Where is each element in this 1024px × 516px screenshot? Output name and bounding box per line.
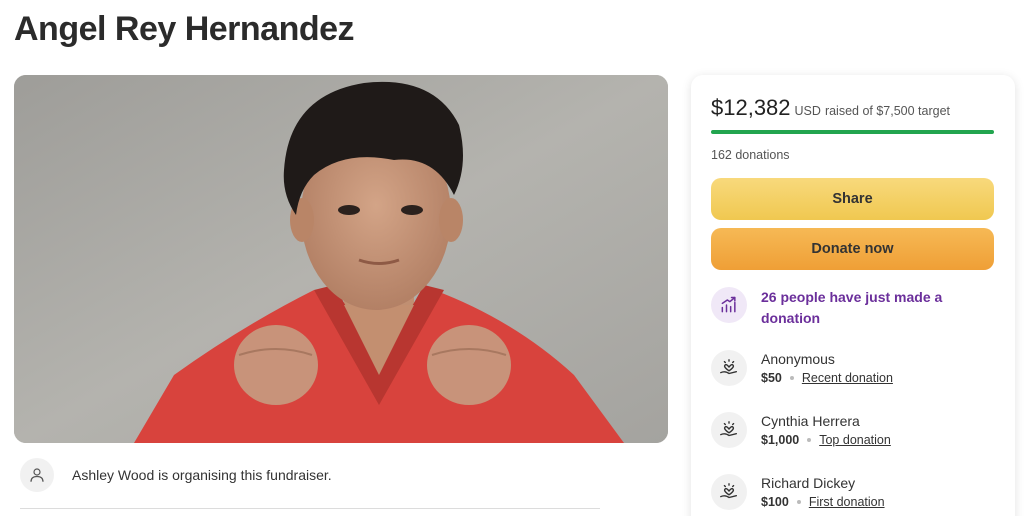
donor-tag-link[interactable]: First donation	[809, 495, 885, 509]
donate-now-button[interactable]: Donate now	[711, 228, 994, 270]
donor-item: Cynthia Herrera $1,000 Top donation	[711, 412, 891, 448]
organiser-text: Ashley Wood is organising this fundraise…	[72, 467, 332, 483]
heart-hand-icon	[711, 474, 747, 510]
divider	[20, 508, 600, 509]
donor-tag-link[interactable]: Top donation	[819, 433, 891, 447]
person-icon	[20, 458, 54, 492]
donation-count: 162 donations	[711, 148, 790, 162]
trending-up-icon	[711, 287, 747, 323]
progress-bar	[711, 130, 994, 134]
heart-hand-icon	[711, 350, 747, 386]
donor-name: Richard Dickey	[761, 475, 856, 491]
recent-activity: 26 people have just made a donation	[711, 287, 961, 329]
donor-tag-link[interactable]: Recent donation	[802, 371, 893, 385]
donor-amount: $1,000	[761, 433, 800, 447]
raised-currency: USD	[794, 104, 821, 118]
separator-dot	[807, 438, 812, 442]
page-title: Angel Rey Hernandez	[14, 10, 355, 48]
donor-amount: $100	[761, 495, 789, 509]
separator-dot	[789, 376, 794, 380]
raised-summary: $12,382 USD raised of $7,500 target	[711, 95, 950, 121]
donor-name: Cynthia Herrera	[761, 413, 860, 429]
campaign-photo[interactable]	[14, 75, 668, 443]
donor-amount: $50	[761, 371, 782, 385]
campaign-photo-image	[14, 75, 668, 443]
organiser-row: Ashley Wood is organising this fundraise…	[20, 458, 332, 492]
recent-activity-text: 26 people have just made a donation	[761, 289, 943, 326]
donation-panel: $12,382 USD raised of $7,500 target 162 …	[691, 75, 1015, 516]
heart-hand-icon	[711, 412, 747, 448]
donor-name: Anonymous	[761, 351, 835, 367]
donor-item: Richard Dickey $100 First donation	[711, 474, 885, 510]
raised-target: raised of $7,500 target	[824, 104, 951, 118]
donor-item: Anonymous $50 Recent donation	[711, 350, 893, 386]
progress-bar-fill	[711, 130, 994, 134]
separator-dot	[796, 500, 801, 504]
raised-amount: $12,382	[711, 95, 791, 120]
share-button[interactable]: Share	[711, 178, 994, 220]
